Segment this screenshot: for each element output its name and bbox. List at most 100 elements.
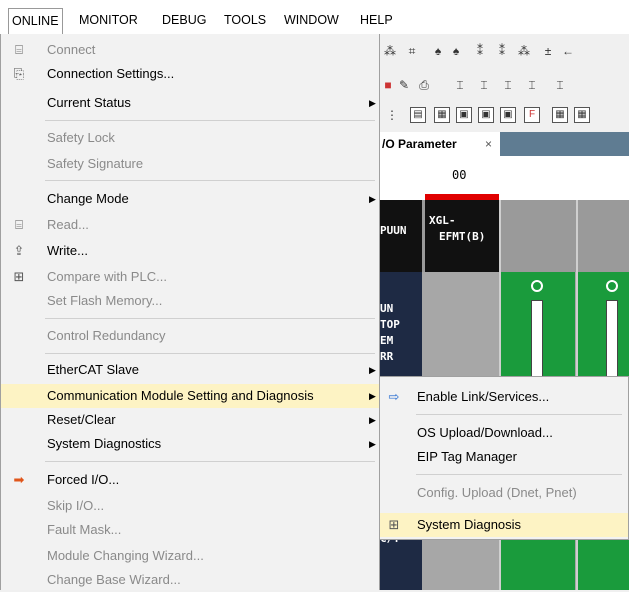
view-3-icon[interactable]: ▣ (456, 107, 472, 123)
menu-debug[interactable]: DEBUG (159, 10, 209, 30)
menu-item-label: Read... (47, 217, 89, 232)
disconnect-icon[interactable]: ⌗ (404, 43, 420, 59)
toolbar-row-2: ■ ✎ ⎙ ⌶ ⌶ ⌶ ⌶ ⌶ (380, 72, 629, 98)
menu-item-change-mode[interactable]: Change Mode ▶ (1, 187, 379, 211)
menu-separator (416, 474, 622, 475)
menu-item-module-changing-wizard[interactable]: Module Changing Wizard... (1, 544, 379, 568)
submenu-item-eip-tag-manager[interactable]: EIP Tag Manager (380, 445, 628, 469)
menu-item-label: Forced I/O... (47, 472, 120, 487)
terminal-connector (531, 300, 543, 382)
contact-icon[interactable]: ⌶ (476, 77, 492, 93)
write-icon: ⇪ (13, 243, 25, 258)
print-icon[interactable]: ⎙ (416, 77, 432, 93)
replace-icon[interactable]: ⁑ (472, 43, 488, 59)
menu-item-label: Connection Settings... (47, 66, 175, 81)
menu-item-skip-io[interactable]: Skip I/O... (1, 494, 379, 518)
menu-separator (45, 461, 375, 462)
menu-item-connection-settings[interactable]: ⎘ Connection Settings... (1, 62, 379, 86)
menu-tools[interactable]: TOOLS (221, 10, 269, 30)
submenu-item-label: Config. Upload (Dnet, Pnet) (417, 485, 577, 500)
cpu-label: PUUN (380, 224, 407, 237)
menu-help[interactable]: HELP (357, 10, 396, 30)
menu-item-control-redundancy[interactable]: Control Redundancy (1, 324, 379, 348)
menu-item-label: Skip I/O... (47, 498, 105, 513)
toolbar-row-1: ⁂ ⌗ ♠ ♠ ⁑ ⁑ ⁂ ± ← (380, 38, 629, 64)
menu-item-system-diagnostics[interactable]: System Diagnostics ▶ (1, 432, 379, 456)
led-run: UN (380, 302, 394, 315)
menu-online[interactable]: ONLINE (8, 8, 63, 34)
edit-icon[interactable]: ✎ (396, 77, 412, 93)
menu-item-write[interactable]: ⇪ Write... (1, 239, 379, 263)
goto-icon[interactable]: ⁂ (516, 43, 532, 59)
led-err: RR (380, 350, 394, 363)
view-2-icon[interactable]: ▦ (434, 107, 450, 123)
coil-set-icon[interactable]: ⌶ (552, 77, 568, 93)
menu-item-set-flash-memory[interactable]: Set Flash Memory... (1, 289, 379, 313)
menu-item-label: Reset/Clear (47, 412, 116, 427)
view-6-icon[interactable]: ▦ (552, 107, 568, 123)
menu-item-fault-mask[interactable]: Fault Mask... (1, 518, 379, 542)
menu-item-safety-lock[interactable]: Safety Lock (1, 126, 379, 150)
forced-io-icon: ➡ (13, 472, 25, 487)
menu-item-label: Communication Module Setting and Diagnos… (47, 388, 314, 403)
comm-module[interactable]: XGL- EFMT(B) (425, 200, 499, 272)
submenu-item-os-upload[interactable]: OS Upload/Download... (380, 421, 628, 445)
step-icon[interactable]: ± (540, 43, 556, 59)
document-tab-bar: /O Parameter × (380, 132, 629, 156)
menu-item-label: Current Status (47, 95, 131, 110)
network-icon[interactable]: ⁂ (382, 43, 398, 59)
find-icon[interactable]: ♠ (430, 43, 446, 59)
submenu-item-label: Enable Link/Services... (417, 389, 550, 404)
submenu-item-label: OS Upload/Download... (417, 425, 553, 440)
ladder-icon[interactable]: ⌶ (452, 77, 468, 93)
f-icon[interactable]: F (524, 107, 540, 123)
submenu-arrow-icon: ▶ (369, 98, 376, 108)
menu-monitor[interactable]: MONITOR (76, 10, 141, 30)
grip-icon: ⋮ (386, 108, 398, 122)
menu-item-current-status[interactable]: Current Status ▶ (1, 91, 379, 115)
find-next-icon[interactable]: ♠ (448, 43, 464, 59)
cpu-module[interactable]: PUUN (380, 200, 422, 272)
menu-item-label: Set Flash Memory... (47, 293, 163, 308)
read-icon: ⌸ (15, 217, 23, 232)
menu-window[interactable]: WINDOW (281, 10, 342, 30)
menu-item-label: EtherCAT Slave (47, 362, 140, 377)
submenu-item-system-diagnosis[interactable]: ⊞ System Diagnosis (380, 513, 628, 537)
view-1-icon[interactable]: ▤ (410, 107, 426, 123)
replace-all-icon[interactable]: ⁑ (494, 43, 510, 59)
contact-nc-icon[interactable]: ⌶ (500, 77, 516, 93)
menu-item-ethercat-slave[interactable]: EtherCAT Slave ▶ (1, 358, 379, 382)
menu-item-label: Safety Lock (47, 130, 115, 145)
menu-item-safety-signature[interactable]: Safety Signature (1, 152, 379, 176)
online-menu: ⌸ Connect ⎘ Connection Settings... Curre… (0, 34, 380, 590)
connection-settings-icon: ⎘ (13, 66, 25, 81)
menu-item-communication-module[interactable]: Communication Module Setting and Diagnos… (1, 384, 379, 408)
menu-item-label: System Diagnostics (47, 436, 162, 451)
menu-item-label: Compare with PLC... (47, 269, 167, 284)
view-7-icon[interactable]: ▦ (574, 107, 590, 123)
close-icon[interactable]: × (485, 132, 492, 156)
submenu-item-label: System Diagnosis (417, 517, 522, 532)
menu-item-label: Change Mode (47, 191, 129, 206)
view-5-icon[interactable]: ▣ (500, 107, 516, 123)
menu-item-connect[interactable]: ⌸ Connect (1, 38, 379, 62)
menu-item-change-base-wizard[interactable]: Change Base Wizard... (1, 568, 379, 592)
view-4-icon[interactable]: ▣ (478, 107, 494, 123)
module-label-2: EFMT(B) (439, 230, 486, 243)
coil-icon[interactable]: ⌶ (524, 77, 540, 93)
menu-bar: ONLINE MONITOR DEBUG TOOLS WINDOW HELP (0, 0, 629, 34)
terminal-connector (606, 300, 618, 382)
submenu-arrow-icon: ▶ (369, 439, 376, 449)
menu-item-reset-clear[interactable]: Reset/Clear ▶ (1, 408, 379, 432)
tab-io-parameter[interactable]: /O Parameter × (380, 132, 500, 156)
submenu-arrow-icon: ▶ (369, 194, 376, 204)
connector-screw-icon (606, 280, 618, 292)
menu-item-compare-with-plc[interactable]: ⊞ Compare with PLC... (1, 265, 379, 289)
left-arrow-icon[interactable]: ← (560, 43, 576, 59)
menu-item-forced-io[interactable]: ➡ Forced I/O... (1, 468, 379, 492)
stop-icon[interactable]: ■ (380, 77, 396, 93)
connect-icon: ⌸ (15, 42, 23, 57)
submenu-item-config-upload[interactable]: Config. Upload (Dnet, Pnet) (380, 481, 628, 505)
submenu-item-enable-link[interactable]: ⇨ Enable Link/Services... (380, 385, 628, 409)
menu-item-read[interactable]: ⌸ Read... (1, 213, 379, 237)
